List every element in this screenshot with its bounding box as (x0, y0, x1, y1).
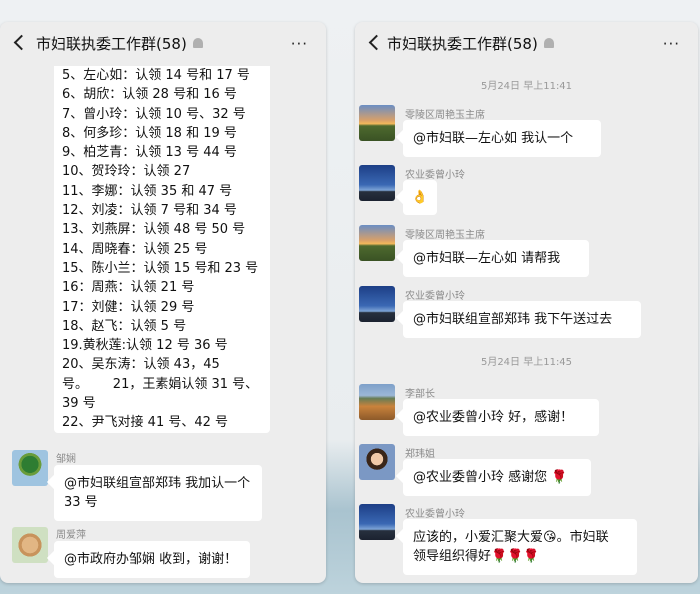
back-arrow-icon[interactable] (13, 34, 30, 51)
avatar[interactable] (12, 527, 48, 563)
message-bubble[interactable]: @市妇联—左心如 请帮我 (403, 240, 589, 277)
claim-line: 20、吴东涛：认领 43，45 (62, 357, 220, 373)
message-bubble[interactable]: @市妇联组宣部郑玮 我下午送过去 (403, 301, 641, 338)
sender-name: 零陵区周艳玉主席 (405, 110, 485, 121)
avatar[interactable] (359, 105, 395, 141)
avatar[interactable] (359, 444, 395, 480)
claim-line: 7、曾小玲：认领 10 号、32 号 (62, 106, 246, 122)
more-options-icon[interactable]: ··· (663, 35, 680, 53)
claim-line: 17：刘健：认领 29 号 (62, 299, 195, 315)
left-chat-window: 市妇联执委工作群(58) ··· 5、左心如：认领 14 号和 17 号 6、胡… (0, 22, 326, 583)
right-chat-window: 市妇联执委工作群(58) ··· 5月24日 早上11:41 零陵区周艳玉主席 … (355, 22, 698, 583)
message-text: 33 号 (64, 495, 98, 510)
mute-bell-icon (543, 38, 554, 48)
claim-line: 22、尹飞对接 41 号、42 号 (62, 415, 229, 431)
more-options-icon[interactable]: ··· (291, 35, 308, 53)
avatar[interactable] (359, 384, 395, 420)
claim-line: 16：周燕：认领 21 号 (62, 280, 195, 296)
sender-name: 周爱萍 (56, 530, 86, 541)
message-text: @农业委曾小玲 感谢您 (413, 470, 548, 485)
claim-line: 12、刘凌：认领 7 号和 34 号 (62, 203, 237, 219)
chat-header: 市妇联执委工作群(58) ··· (355, 22, 698, 66)
message-text: 应该的，小爱汇聚大爱 (413, 530, 544, 545)
sender-name: 农业委曾小玲 (405, 509, 465, 520)
message-text: @市政府办邹娴 收到，谢谢！ (64, 552, 238, 567)
claim-list-bubble[interactable]: 5、左心如：认领 14 号和 17 号 6、胡欣：认领 28 号和 16 号 7… (54, 66, 270, 433)
sender-name: 郑玮姐 (405, 449, 435, 460)
message-text: @市妇联—左心如 请帮我 (413, 251, 561, 266)
claim-line: 11、李娜：认领 35 和 47 号 (62, 183, 233, 199)
rose-emoji: 🌹 (551, 470, 568, 485)
avatar[interactable] (359, 286, 395, 322)
claim-line: 19.黄秋莲:认领 12 号 36 号 (62, 338, 228, 354)
chat-header: 市妇联执委工作群(58) ··· (0, 22, 326, 66)
claim-line: 8、何多珍：认领 18 和 19 号 (62, 125, 237, 141)
message-bubble[interactable]: 应该的，小爱汇聚大爱😘。市妇联 领导组织得好🌹🌹🌹 (403, 519, 637, 575)
message-text: @市妇联组宣部郑玮 我加认一个 (64, 476, 251, 491)
sender-name: 李部长 (405, 389, 435, 400)
message-text: 领导组织得好 (413, 549, 492, 564)
timestamp: 5月24日 早上11:41 (480, 81, 573, 92)
claim-line: 13、刘燕屏：认领 48 号 50 号 (62, 222, 246, 238)
chat-title: 市妇联执委工作群(58) (36, 33, 203, 54)
message-bubble[interactable]: @农业委曾小玲 感谢您 🌹 (403, 459, 591, 496)
claim-line: 号。 21，王素娟认领 31 号、 (62, 376, 259, 392)
claim-line: 6、胡欣：认领 28 号和 16 号 (62, 87, 237, 103)
chat-title: 市妇联执委工作群(58) (387, 33, 554, 54)
claim-line: 18、赵飞：认领 5 号 (62, 318, 187, 334)
avatar[interactable] (359, 504, 395, 540)
avatar[interactable] (359, 225, 395, 261)
claim-line: 15、陈小兰：认领 15 号和 23 号 (62, 260, 259, 276)
rose-emoji: 🌹🌹🌹 (491, 549, 540, 564)
message-text: @农业委曾小玲 好，感谢！ (413, 410, 574, 425)
message-bubble[interactable]: @市妇联—左心如 我认一个 (403, 120, 601, 157)
mute-bell-icon (192, 38, 203, 48)
avatar[interactable] (12, 450, 48, 486)
wink-kiss-emoji: 😘 (543, 530, 557, 545)
message-text: @市妇联组宣部郑玮 我下午送过去 (413, 312, 613, 327)
back-arrow-icon[interactable] (368, 34, 385, 51)
timestamp: 5月24日 早上11:45 (480, 357, 573, 368)
message-bubble[interactable]: @市妇联组宣部郑玮 我加认一个 33 号 (54, 465, 262, 521)
message-bubble[interactable]: 👌 (403, 180, 437, 215)
message-line: 领导组织得好🌹🌹🌹 (413, 547, 627, 566)
claim-line: 10、贺玲玲：认领 27 (62, 164, 191, 180)
sender-name: 农业委曾小玲 (405, 291, 465, 302)
ok-hand-emoji: 👌 (411, 190, 429, 205)
message-bubble[interactable]: @市政府办邹娴 收到，谢谢！ (54, 541, 250, 578)
message-text: @市妇联—左心如 我认一个 (413, 131, 574, 146)
sender-name: 农业委曾小玲 (405, 170, 465, 181)
sender-name: 零陵区周艳玉主席 (405, 230, 485, 241)
avatar[interactable] (359, 165, 395, 201)
message-bubble[interactable]: @农业委曾小玲 好，感谢！ (403, 399, 599, 436)
claim-line: 39 号 (62, 396, 96, 412)
message-line: 应该的，小爱汇聚大爱😘。市妇联 (413, 528, 627, 547)
sender-name: 邹娴 (56, 454, 76, 465)
claim-line: 14、周晓春：认领 25 号 (62, 241, 208, 257)
message-text: 。市妇联 (556, 530, 609, 545)
claim-line: 9、柏芝青：认领 13 号 44 号 (62, 145, 237, 161)
claim-line: 5、左心如：认领 14 号和 17 号 (62, 68, 250, 83)
